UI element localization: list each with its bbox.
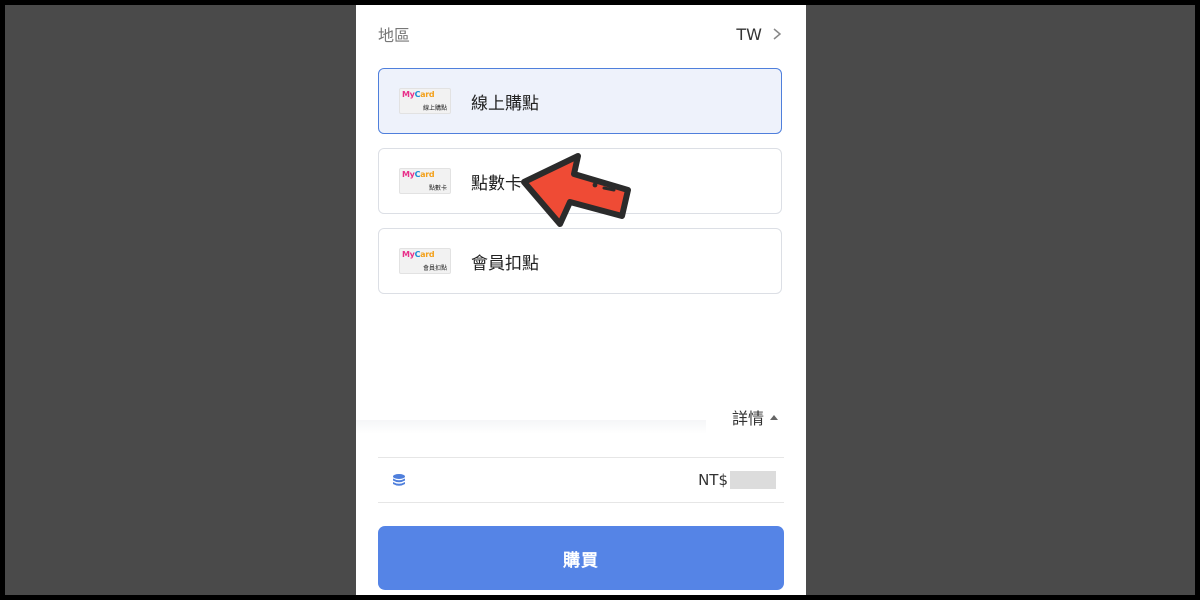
mycard-logo: MyCard 會員扣點 bbox=[399, 248, 451, 274]
payment-option-label: 點數卡 bbox=[471, 173, 522, 194]
price-redacted bbox=[730, 471, 776, 489]
logo-sub-label: 點數卡 bbox=[428, 185, 447, 192]
region-value: TW bbox=[736, 24, 762, 44]
coins-icon bbox=[393, 474, 405, 486]
payment-option-label: 會員扣點 bbox=[471, 253, 539, 274]
price-currency: NT$ bbox=[698, 471, 728, 489]
payment-panel: 地區 TW MyCard 線上購點 線上購點 MyCard 點數卡 點數卡 My… bbox=[356, 5, 806, 595]
pointer-arrow-icon bbox=[521, 153, 631, 227]
buy-button[interactable]: 購買 bbox=[378, 526, 784, 590]
mycard-logo: MyCard 點數卡 bbox=[399, 168, 451, 194]
region-value-group[interactable]: TW bbox=[736, 25, 784, 44]
payment-option-online[interactable]: MyCard 線上購點 線上購點 bbox=[378, 68, 782, 134]
caret-up-icon bbox=[770, 414, 779, 420]
payment-option-label: 線上購點 bbox=[471, 93, 539, 114]
payment-option-member[interactable]: MyCard 會員扣點 會員扣點 bbox=[378, 228, 782, 294]
region-selector[interactable]: 地區 TW bbox=[378, 21, 784, 47]
details-label: 詳情 bbox=[732, 409, 765, 428]
logo-sub-label: 線上購點 bbox=[422, 105, 447, 112]
logo-sub-label: 會員扣點 bbox=[422, 265, 447, 272]
details-toggle[interactable]: 詳情 bbox=[706, 400, 806, 434]
price-value: NT$ bbox=[698, 471, 776, 489]
region-label: 地區 bbox=[378, 26, 411, 45]
mycard-logo: MyCard 線上購點 bbox=[399, 88, 451, 114]
chevron-right-icon bbox=[773, 28, 782, 40]
price-row: NT$ bbox=[378, 457, 784, 503]
